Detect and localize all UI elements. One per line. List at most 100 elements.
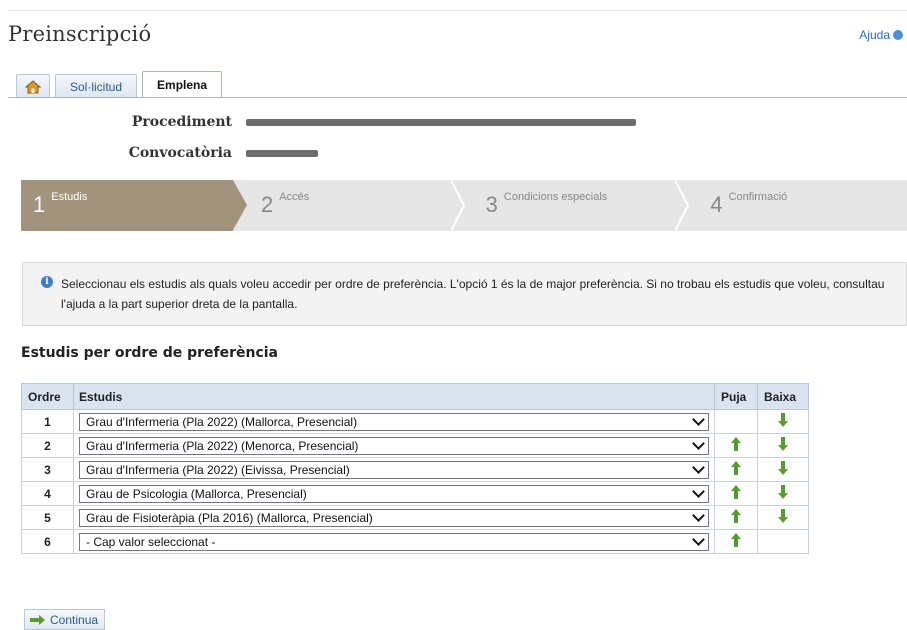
chevron-down-icon [692,508,705,522]
arrow-up-icon[interactable] [731,437,741,451]
row-study-cell: Grau de Fisioteràpia (Pla 2016) (Mallorc… [73,505,715,530]
arrow-down-icon[interactable] [778,485,788,499]
row-order: 5 [21,505,74,530]
study-select-value: Grau d'Infermeria (Pla 2022) (Eivissa, P… [86,462,350,477]
top-divider [8,10,907,11]
study-select-value: - Cap valor seleccionat - [86,534,216,549]
convocatoria-row: Convocatòria [108,145,318,161]
step-number: 2 [261,192,274,217]
table-row: 4 Grau de Psicologia (Mallorca, Presencia… [21,481,809,506]
row-puja-cell [714,457,758,482]
info-icon: i [41,276,53,288]
step-number: 4 [710,192,723,217]
chevron-down-icon [692,484,705,498]
arrow-down-icon[interactable] [778,461,788,475]
step-number: 3 [485,192,498,217]
convocatoria-label: Convocatòria [128,145,232,161]
step-label: Condicions especials [503,191,608,203]
header-baixa: Baixa [757,383,809,410]
chevron-down-icon [692,532,705,546]
row-study-cell: Grau d'Infermeria (Pla 2022) (Eivissa, P… [73,457,715,482]
study-select[interactable]: Grau de Psicologia (Mallorca, Presencial… [79,484,709,503]
help-link[interactable]: Ajuda [859,28,903,42]
row-study-cell: Grau d'Infermeria (Pla 2022) (Menorca, P… [73,433,715,458]
tab-solicitud[interactable]: Sol·licitud [55,74,138,98]
arrow-right-icon [30,614,46,625]
table-row: 1 Grau d'Infermeria (Pla 2022) (Mallorca,… [21,409,809,434]
row-study-cell: Grau de Psicologia (Mallorca, Presencial… [73,481,715,506]
chevron-down-icon [692,436,705,450]
study-select[interactable]: Grau d'Infermeria (Pla 2022) (Mallorca, … [79,412,709,431]
arrow-up-icon[interactable] [731,533,741,547]
study-select[interactable]: Grau d'Infermeria (Pla 2022) (Menorca, P… [79,436,709,455]
wizard-steps: 1 Estudis 2 Accés 3 Condicions especials… [21,180,907,231]
row-baixa-cell [757,409,809,434]
step-number: 1 [33,192,46,217]
arrow-up-icon[interactable] [731,485,741,499]
step-label: Confirmació [728,191,788,203]
study-select-value: Grau d'Infermeria (Pla 2022) (Menorca, P… [86,438,359,453]
step-separator [675,180,690,231]
continue-button[interactable]: Continua [24,609,106,630]
row-puja-cell [714,433,758,458]
row-study-cell: Grau d'Infermeria (Pla 2022) (Mallorca, … [73,409,715,434]
continue-label: Continua [50,612,99,627]
header-puja: Puja [714,383,758,410]
preference-table: Ordre Estudis Puja Baixa 1 Grau d'Inferme… [21,383,809,554]
row-order: 4 [21,481,74,506]
step-arrow [233,180,247,230]
step-separator [450,180,465,231]
step-label: Estudis [51,191,88,203]
row-baixa-cell [757,433,809,458]
header-estudis: Estudis [73,383,715,410]
tab-emplena[interactable]: Emplena [142,71,223,98]
row-study-cell: - Cap valor seleccionat - [73,529,715,554]
table-header-row: Ordre Estudis Puja Baixa [21,383,809,410]
page-title: Preinscripció [8,22,152,46]
arrow-up-icon[interactable] [731,461,741,475]
procediment-value-redacted [246,116,636,128]
step-label: Accés [279,191,310,203]
step-estudis: 1 Estudis [21,180,247,231]
study-select-value: Grau de Psicologia (Mallorca, Presencial… [86,486,307,501]
step-confirmacio: 4 Confirmació [682,180,907,231]
chevron-down-icon [692,412,705,426]
section-title: Estudis per ordre de preferència [21,345,279,361]
info-notice: i Seleccionau els estudis als quals vole… [22,262,907,326]
table-body: 1 Grau d'Infermeria (Pla 2022) (Mallorca,… [21,409,809,554]
study-select[interactable]: - Cap valor seleccionat - [79,532,709,551]
table-row: 3 Grau d'Infermeria (Pla 2022) (Eivissa, … [21,457,809,482]
row-order: 2 [21,433,74,458]
study-select-value: Grau d'Infermeria (Pla 2022) (Mallorca, … [86,414,358,429]
arrow-down-icon[interactable] [778,437,788,451]
home-icon [25,79,41,93]
notice-text: Seleccionau els estudis als quals voleu … [61,277,885,311]
row-order: 6 [21,529,74,554]
row-puja-cell [714,409,758,434]
step-condicions: 3 Condicions especials [457,180,690,231]
row-baixa-cell [757,481,809,506]
study-select-value: Grau de Fisioteràpia (Pla 2016) (Mallorc… [86,510,373,525]
row-puja-cell [714,481,758,506]
row-baixa-cell [757,529,809,554]
chevron-down-icon [692,460,705,474]
arrow-down-icon[interactable] [778,413,788,427]
tab-home[interactable] [16,74,50,98]
study-select[interactable]: Grau de Fisioteràpia (Pla 2016) (Mallorc… [79,508,709,527]
row-baixa-cell [757,457,809,482]
row-order: 3 [21,457,74,482]
row-baixa-cell [757,505,809,530]
table-row: 2 Grau d'Infermeria (Pla 2022) (Menorca, … [21,433,809,458]
arrow-down-icon[interactable] [778,509,788,523]
table-row: 6 - Cap valor seleccionat - [21,529,809,554]
procediment-label: Procediment [131,114,232,130]
tabs-divider [8,97,907,98]
study-select[interactable]: Grau d'Infermeria (Pla 2022) (Eivissa, P… [79,460,709,479]
row-puja-cell [714,505,758,530]
row-order: 1 [21,409,74,434]
convocatoria-value-redacted [246,147,318,159]
procediment-row: Procediment [108,114,636,130]
arrow-up-icon[interactable] [731,509,741,523]
help-label: Ajuda [859,28,890,42]
row-puja-cell [714,529,758,554]
